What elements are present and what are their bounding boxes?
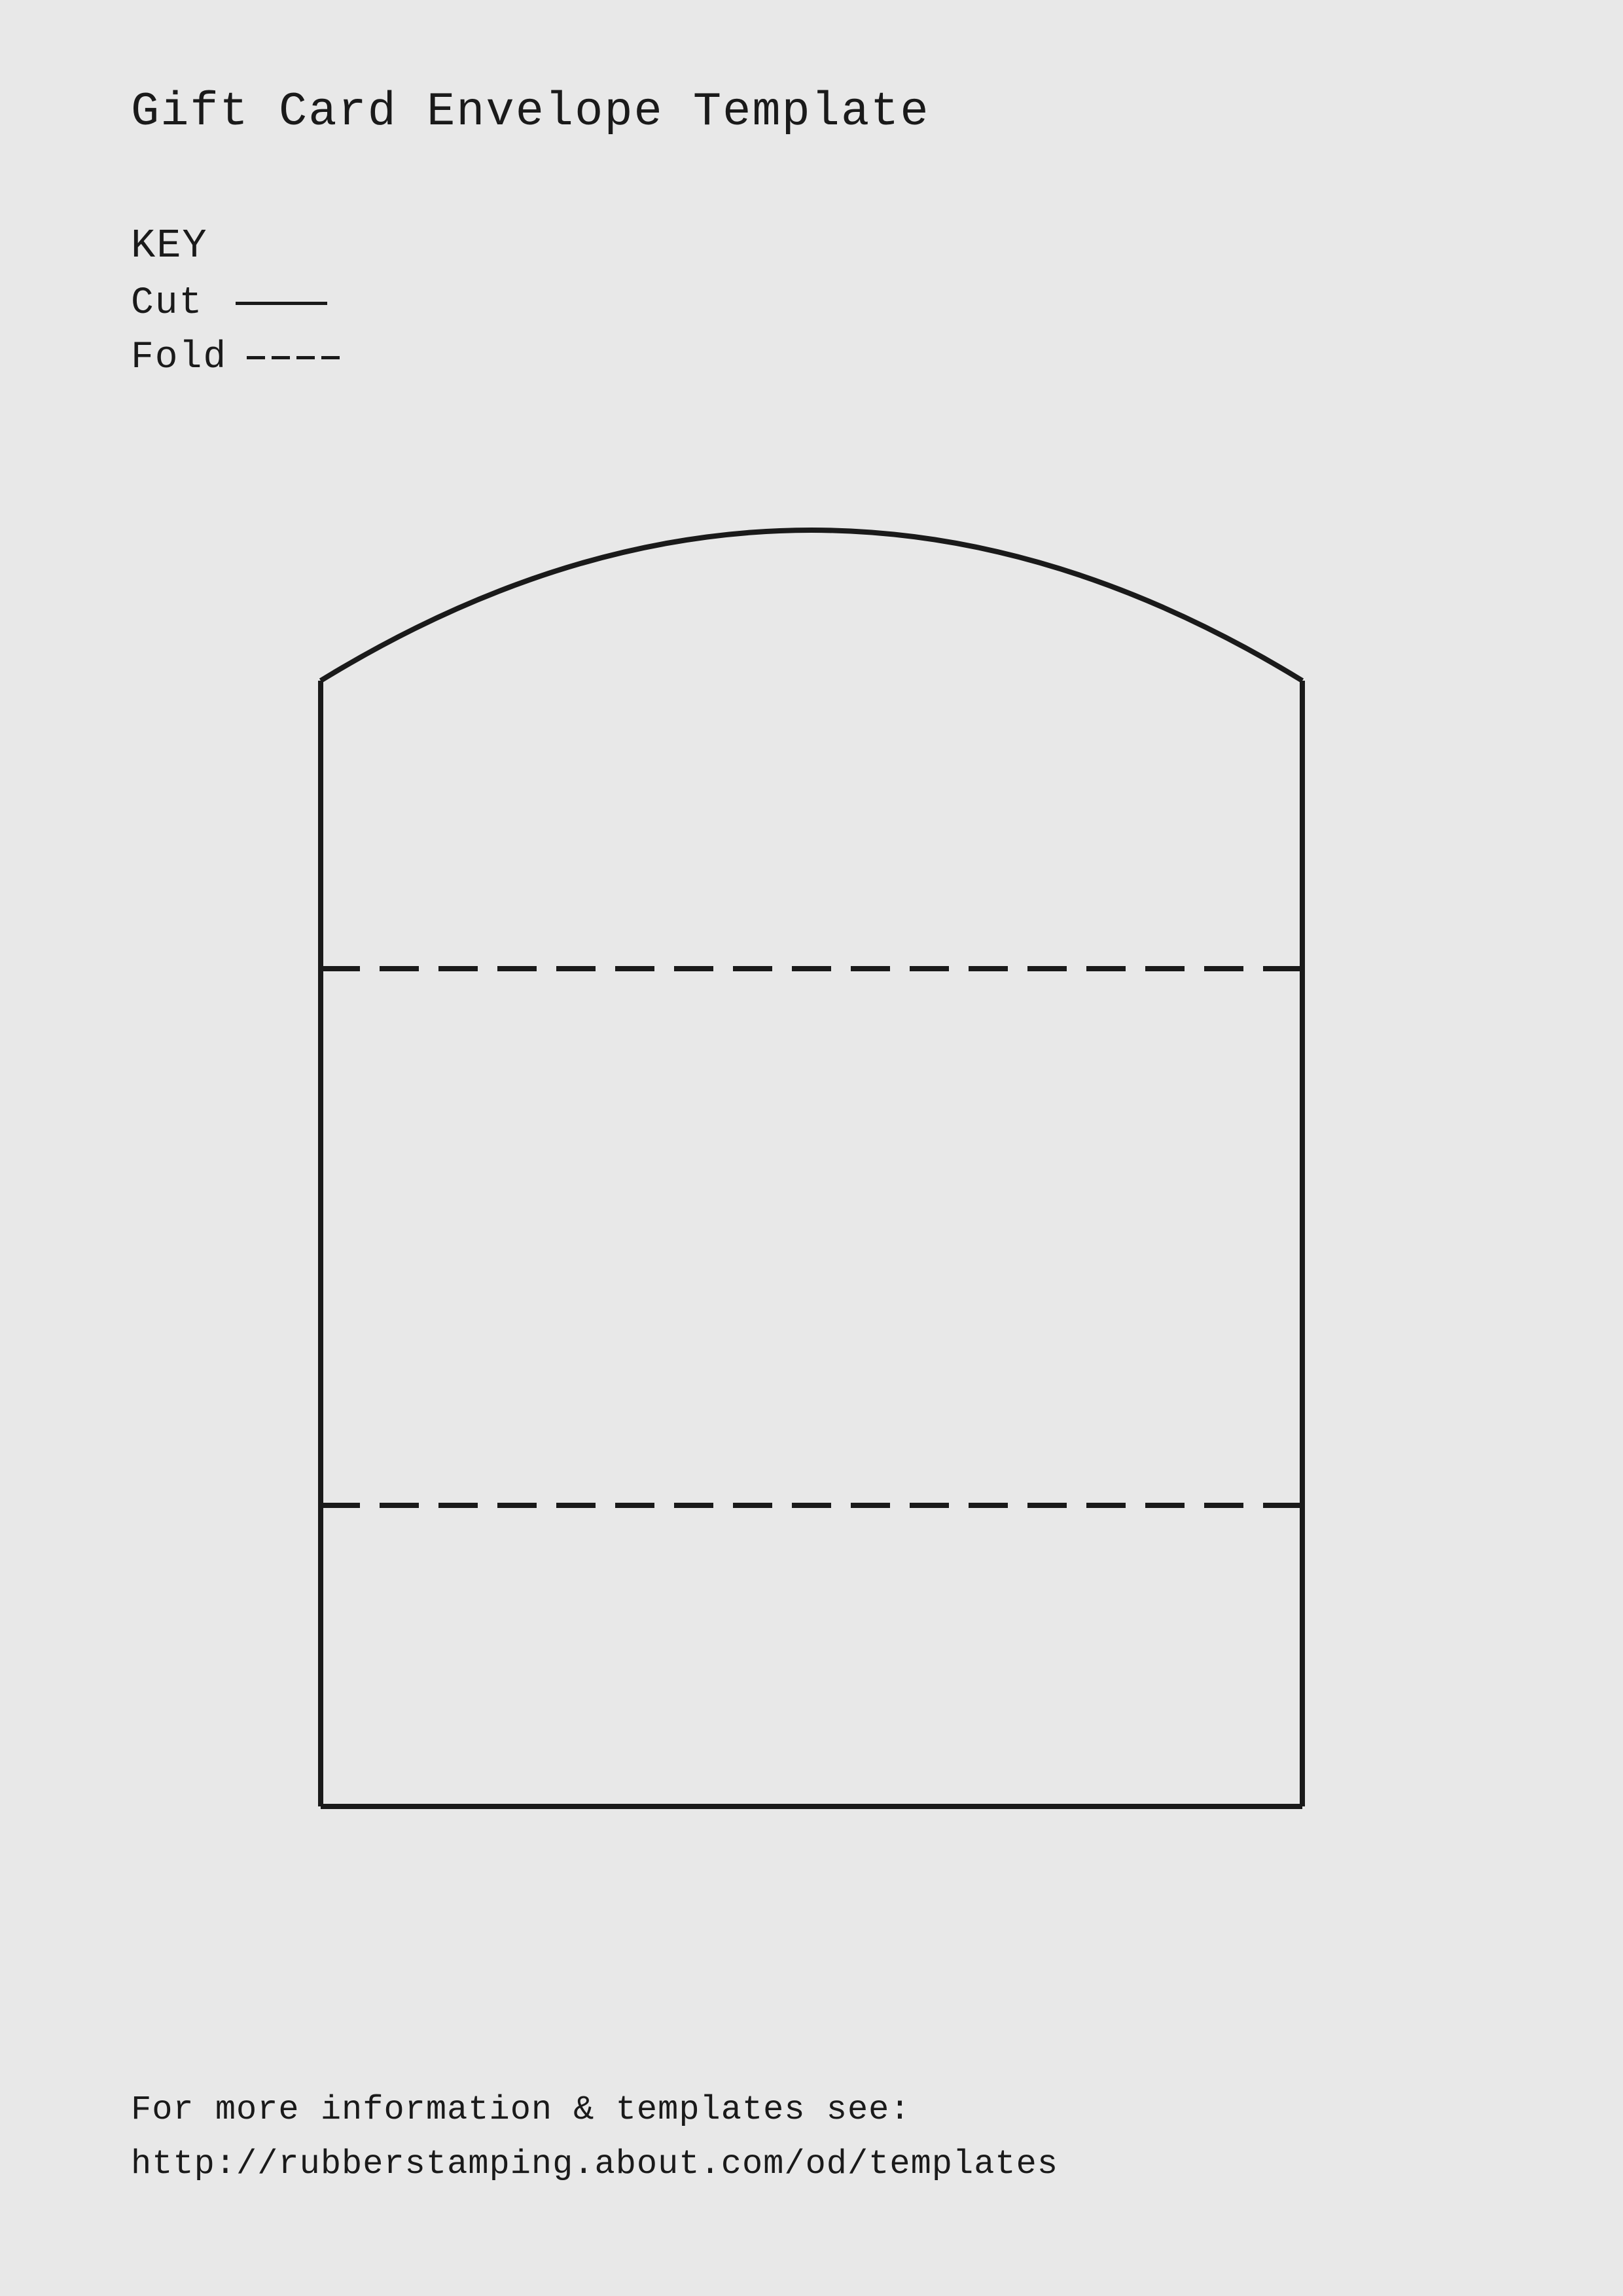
footer-section: For more information & templates see: ht… <box>131 2083 1058 2191</box>
key-cut-label: Cut <box>131 282 216 325</box>
key-fold-line-indicator <box>247 356 340 359</box>
page-title: Gift Card Envelope Template <box>131 85 930 139</box>
key-fold-dash-4 <box>321 356 340 359</box>
footer-line1: For more information & templates see: <box>131 2083 1058 2137</box>
key-section: KEY Cut Fold <box>131 223 340 391</box>
key-fold-item: Fold <box>131 336 340 379</box>
key-fold-dash-3 <box>296 356 315 359</box>
key-cut-item: Cut <box>131 282 340 325</box>
footer-line2: http://rubberstamping.about.com/od/templ… <box>131 2137 1058 2191</box>
envelope-top-flap-curve <box>321 530 1302 681</box>
key-fold-dash-1 <box>247 356 265 359</box>
page: Gift Card Envelope Template KEY Cut Fold <box>0 0 1623 2296</box>
key-fold-dash-2 <box>272 356 290 359</box>
envelope-template <box>242 380 1381 1833</box>
key-label: KEY <box>131 223 340 269</box>
key-cut-line-indicator <box>236 302 327 305</box>
key-fold-label: Fold <box>131 336 227 379</box>
envelope-svg <box>242 380 1381 1833</box>
